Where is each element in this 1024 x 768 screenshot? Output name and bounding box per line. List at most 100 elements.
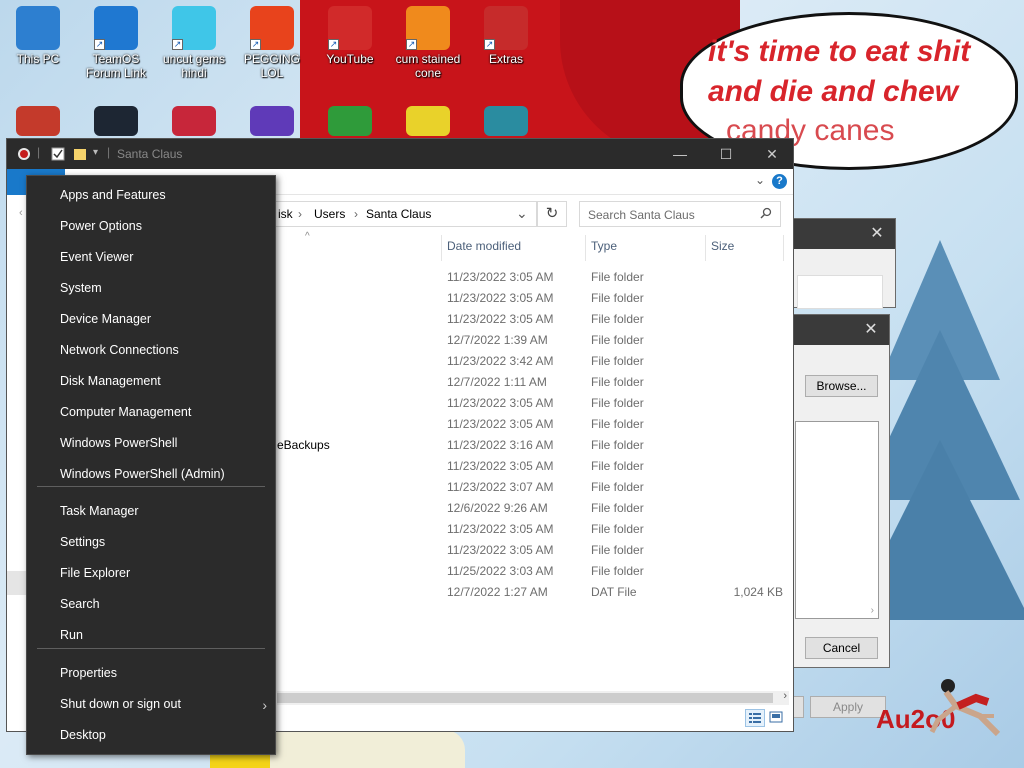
table-row[interactable]: 11/23/2022 3:05 AM File folder <box>277 519 789 540</box>
search-icon[interactable] <box>760 207 772 219</box>
cell-date: 11/25/2022 3:03 AM <box>447 564 554 578</box>
column-separator[interactable] <box>585 235 586 261</box>
desktop-icon[interactable]: ↗ TeamOS Forum Link <box>78 0 154 80</box>
desktop-icon[interactable]: ↗ YouTube <box>312 0 388 66</box>
maximize-button[interactable]: ☐ <box>703 139 749 169</box>
cell-date: 11/23/2022 3:16 AM <box>447 438 554 452</box>
menu-item-desktop[interactable]: Desktop <box>27 720 275 751</box>
menu-item-computer-management[interactable]: Computer Management <box>27 397 275 428</box>
breadcrumb-santa-claus[interactable]: Santa Claus <box>366 207 431 221</box>
column-separator[interactable] <box>705 235 706 261</box>
menu-item-network-connections[interactable]: Network Connections <box>27 335 275 366</box>
table-row[interactable]: 11/23/2022 3:05 AM File folder <box>277 267 789 288</box>
gift-icon: ↗ <box>484 6 528 50</box>
column-header-size[interactable]: Size <box>711 239 734 253</box>
breadcrumb-chevron-icon[interactable]: › <box>298 207 302 221</box>
desktop-icon[interactable] <box>78 100 154 138</box>
close-icon[interactable]: ✕ <box>865 223 889 243</box>
orb-icon <box>250 106 294 136</box>
scrollbar-thumb[interactable] <box>277 693 773 703</box>
menu-item-disk-management[interactable]: Disk Management <box>27 366 275 397</box>
details-view-button[interactable] <box>745 709 765 727</box>
menu-item-settings[interactable]: Settings <box>27 527 275 558</box>
menu-item-device-manager[interactable]: Device Manager <box>27 304 275 335</box>
browse-button[interactable]: Browse... <box>805 375 878 397</box>
desktop-icon[interactable]: ↗ PEGGING LOL <box>234 0 310 80</box>
dialog-list[interactable]: › <box>795 421 879 619</box>
table-row[interactable]: 11/25/2022 3:03 AM File folder <box>277 561 789 582</box>
scroll-right-icon[interactable]: › <box>783 690 787 702</box>
table-row[interactable]: 11/23/2022 3:05 AM File folder <box>277 309 789 330</box>
menu-item-file-explorer[interactable]: File Explorer <box>27 558 275 589</box>
menu-item-properties[interactable]: Properties <box>27 658 275 689</box>
explorer-titlebar[interactable]: | ▾ | Santa Claus — ☐ ✕ <box>7 139 793 169</box>
breadcrumb-users[interactable]: Users <box>314 207 345 221</box>
address-history-dropdown-icon[interactable]: ⌄ <box>516 205 528 222</box>
horizontal-scrollbar[interactable]: › <box>277 690 789 705</box>
desktop-icon[interactable] <box>312 100 388 138</box>
desktop-icon[interactable] <box>234 100 310 138</box>
table-row[interactable]: 11/23/2022 3:05 AM File folder <box>277 414 789 435</box>
properties-icon[interactable] <box>51 147 65 161</box>
desktop-icon[interactable]: ↗ cum stained cone <box>390 0 466 80</box>
dialog-field <box>797 275 883 309</box>
column-header-type[interactable]: Type <box>591 239 617 253</box>
menu-item-event-viewer[interactable]: Event Viewer <box>27 242 275 273</box>
menu-separator <box>37 648 265 649</box>
desktop-icon[interactable]: This PC <box>0 0 76 66</box>
minimize-button[interactable]: — <box>657 139 703 169</box>
breadcrumb-chevron-icon[interactable]: › <box>354 207 358 221</box>
breadcrumb-disk[interactable]: isk <box>278 207 293 221</box>
menu-item-system[interactable]: System <box>27 273 275 304</box>
chevron-right-icon[interactable]: › <box>871 605 874 616</box>
desktop-icon-label: Extras <box>488 52 523 66</box>
desktop-icon[interactable] <box>156 100 232 138</box>
table-row[interactable]: 12/7/2022 1:39 AM File folder <box>277 330 789 351</box>
quick-link-menu: Apps and Features Power Options Event View… <box>26 175 276 755</box>
menu-item-run[interactable]: Run <box>27 620 275 651</box>
expand-ribbon-icon[interactable]: ⌄ <box>755 173 765 187</box>
menu-item-power-options[interactable]: Power Options <box>27 211 275 242</box>
table-row[interactable]: 12/7/2022 1:11 AM File folder <box>277 372 789 393</box>
gear-icon: ↗ <box>94 6 138 50</box>
close-icon[interactable]: ✕ <box>859 319 883 339</box>
table-row[interactable]: 12/6/2022 9:26 AM File folder <box>277 498 789 519</box>
cell-size: 1,024 KB <box>733 585 783 599</box>
search-placeholder: Search Santa Claus <box>588 208 695 222</box>
help-icon[interactable]: ? <box>772 174 787 189</box>
cell-date: 12/6/2022 9:26 AM <box>447 501 548 515</box>
back-arrow-icon[interactable]: ‹ <box>19 207 23 219</box>
menu-item-search[interactable]: Search <box>27 589 275 620</box>
cancel-button[interactable]: Cancel <box>805 637 878 659</box>
new-folder-icon[interactable] <box>73 147 87 161</box>
menu-item-windows-powershell[interactable]: Windows PowerShell <box>27 428 275 459</box>
table-row[interactable]: 12/7/2022 1:27 AM DAT File 1,024 KB <box>277 582 789 603</box>
desktop-icon[interactable] <box>390 100 466 138</box>
desktop-icon[interactable]: ↗ uncut gems hindi <box>156 0 232 80</box>
large-icons-view-button[interactable] <box>767 709 787 727</box>
desktop-icon[interactable] <box>468 100 544 138</box>
menu-item-label: Windows PowerShell <box>60 436 178 450</box>
table-row[interactable]: 11/23/2022 3:05 AM File folder <box>277 456 789 477</box>
menu-item-apps-and-features[interactable]: Apps and Features <box>27 180 275 211</box>
quick-access-dropdown-icon[interactable]: ▾ <box>93 147 98 158</box>
table-row[interactable]: 11/23/2022 3:07 AM File folder <box>277 477 789 498</box>
table-row[interactable]: eBackups 11/23/2022 3:16 AM File folder <box>277 435 789 456</box>
column-header-date[interactable]: Date modified <box>447 239 521 253</box>
search-box[interactable]: Search Santa Claus <box>579 201 781 227</box>
close-button[interactable]: ✕ <box>749 139 795 169</box>
table-row[interactable]: 11/23/2022 3:05 AM File folder <box>277 288 789 309</box>
column-separator[interactable] <box>783 235 784 261</box>
address-bar[interactable]: isk › Users › Santa Claus ⌄ <box>269 201 537 227</box>
menu-item-shut-down-or-sign-out[interactable]: Shut down or sign out › <box>27 689 275 720</box>
apply-button[interactable]: Apply <box>810 696 886 718</box>
desktop-icon[interactable] <box>0 100 76 138</box>
table-row[interactable]: 11/23/2022 3:42 AM File folder <box>277 351 789 372</box>
table-row[interactable]: 11/23/2022 3:05 AM File folder <box>277 393 789 414</box>
refresh-button[interactable]: ↻ <box>537 201 567 227</box>
title-separator: | <box>37 145 41 159</box>
desktop-icon[interactable]: ↗ Extras <box>468 0 544 66</box>
table-row[interactable]: 11/23/2022 3:05 AM File folder <box>277 540 789 561</box>
column-separator[interactable] <box>441 235 442 261</box>
menu-item-task-manager[interactable]: Task Manager <box>27 496 275 527</box>
